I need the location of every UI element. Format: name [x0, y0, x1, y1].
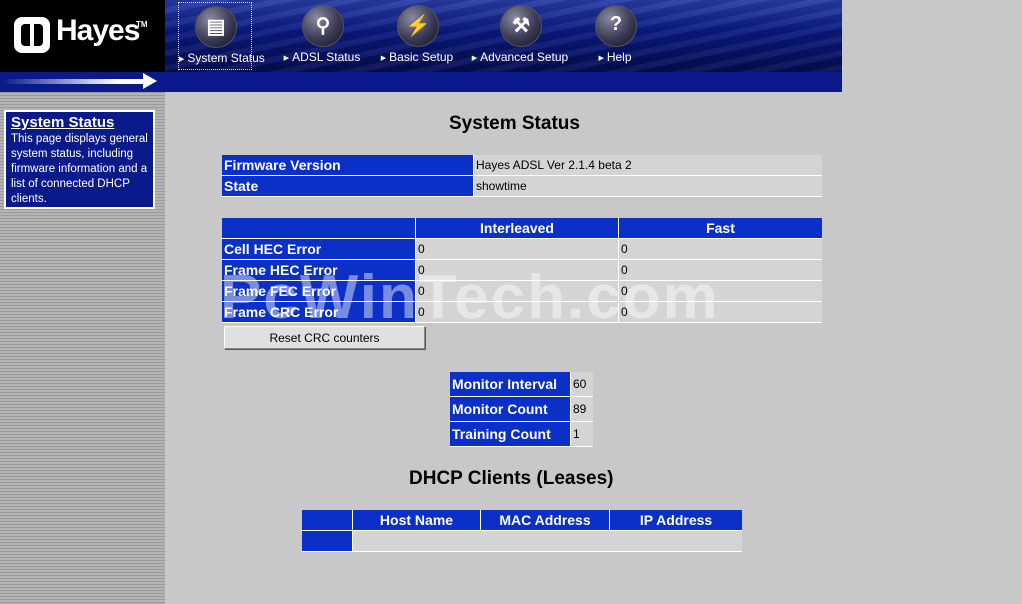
- brand-name: Hayes: [56, 14, 140, 47]
- state-label: State: [222, 176, 473, 197]
- monitor-interval-label: Monitor Interval: [450, 372, 570, 397]
- table-header-row: Host Name MAC Address IP Address: [302, 510, 742, 531]
- error-table: Interleaved Fast Cell HEC Error 0 0 Fram…: [222, 218, 822, 323]
- table-row: Firmware Version Hayes ADSL Ver 2.1.4 be…: [222, 155, 822, 176]
- header-interleaved: Interleaved: [415, 218, 618, 239]
- monitor-count-value: 89: [570, 397, 593, 422]
- sidebar-help-title[interactable]: System Status: [11, 114, 153, 131]
- brand-tm: TM: [136, 20, 148, 29]
- row-label: Cell HEC Error: [222, 239, 415, 260]
- row-empty: [352, 531, 742, 552]
- row-label: Frame CRC Error: [222, 302, 415, 323]
- row-fast: 0: [618, 239, 822, 260]
- row-fast: 0: [618, 281, 822, 302]
- table-row: Monitor Interval 60: [450, 372, 593, 397]
- logo: Hayes TM: [0, 0, 165, 72]
- training-count-label: Training Count: [450, 422, 570, 447]
- sidebar-help-box: System Status This page displays general…: [4, 110, 155, 209]
- header-mac-address: MAC Address: [480, 510, 609, 531]
- row-interleaved: 0: [415, 260, 618, 281]
- wrench-icon: ⚒: [500, 5, 542, 47]
- arrow-right-icon: [143, 73, 157, 89]
- nav-help-label: Help: [606, 50, 632, 64]
- plug-icon: ⚡: [397, 5, 439, 47]
- magnifier-icon: ⚲: [302, 5, 344, 47]
- row-interleaved: 0: [415, 302, 618, 323]
- header-ip-address: IP Address: [609, 510, 742, 531]
- nav-basic-setup[interactable]: ⚡ ▶ Basic Setup: [375, 2, 459, 68]
- table-row: Frame CRC Error 0 0: [222, 302, 822, 323]
- arrow-strip: [0, 72, 165, 92]
- row-interleaved: 0: [415, 239, 618, 260]
- blue-strip: [165, 72, 842, 92]
- row-label: Frame FEC Error: [222, 281, 415, 302]
- table-row: Frame FEC Error 0 0: [222, 281, 822, 302]
- header-fast: Fast: [618, 218, 822, 239]
- page-title: System Status: [449, 113, 580, 134]
- training-count-value: 1: [570, 422, 593, 447]
- table-header-row: Interleaved Fast: [222, 218, 822, 239]
- state-value: showtime: [473, 176, 822, 197]
- nav-adsl-status-label: ADSL Status: [292, 50, 361, 64]
- nav-advanced-setup[interactable]: ⚒ ▶ Advanced Setup: [468, 2, 572, 68]
- firmware-table: Firmware Version Hayes ADSL Ver 2.1.4 be…: [222, 155, 822, 197]
- header-host-name: Host Name: [352, 510, 480, 531]
- dhcp-title: DHCP Clients (Leases): [409, 468, 614, 489]
- sidebar-help-text: This page displays general system status…: [11, 133, 148, 205]
- nav-advanced-setup-label: Advanced Setup: [480, 50, 569, 64]
- header-bar: Hayes TM ▤ ▶ System Status ⚲ ▶ ADSL Status…: [0, 0, 842, 72]
- table-row: Training Count 1: [450, 422, 593, 447]
- row-label: Frame HEC Error: [222, 260, 415, 281]
- nav-system-status[interactable]: ▤ ▶ System Status: [178, 2, 265, 70]
- monitor-table: Monitor Interval 60 Monitor Count 89 Tra…: [450, 372, 593, 447]
- folder-icon: ▤: [195, 6, 237, 48]
- nav-adsl-status[interactable]: ⚲ ▶ ADSL Status: [280, 2, 364, 68]
- row-index: [302, 531, 352, 552]
- nav-system-status-label: System Status: [187, 51, 265, 65]
- nav-help[interactable]: ? ▶ Help: [585, 2, 645, 68]
- row-fast: 0: [618, 260, 822, 281]
- row-interleaved: 0: [415, 281, 618, 302]
- monitor-interval-value: 60: [570, 372, 593, 397]
- reset-crc-counters-button[interactable]: Reset CRC counters: [224, 326, 425, 349]
- header-blank: [302, 510, 352, 531]
- hayes-logo-icon: [14, 17, 50, 53]
- dhcp-table: Host Name MAC Address IP Address: [302, 510, 742, 552]
- firmware-value: Hayes ADSL Ver 2.1.4 beta 2: [473, 155, 822, 176]
- nav-basic-setup-label: Basic Setup: [389, 50, 454, 64]
- table-row: State showtime: [222, 176, 822, 197]
- table-row: Cell HEC Error 0 0: [222, 239, 822, 260]
- table-row: Monitor Count 89: [450, 397, 593, 422]
- question-icon: ?: [595, 5, 637, 47]
- row-fast: 0: [618, 302, 822, 323]
- header-blank: [222, 218, 415, 239]
- table-row: [302, 531, 742, 552]
- firmware-label: Firmware Version: [222, 155, 473, 176]
- sidebar: System Status This page displays general…: [0, 92, 165, 604]
- monitor-count-label: Monitor Count: [450, 397, 570, 422]
- table-row: Frame HEC Error 0 0: [222, 260, 822, 281]
